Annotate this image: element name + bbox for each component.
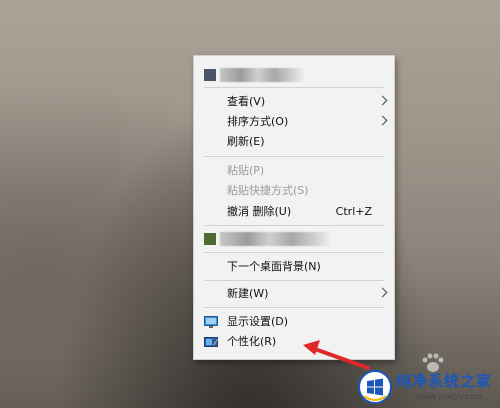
personalize-icon (204, 335, 219, 348)
menu-item-display-settings[interactable]: 显示设置(D) (194, 311, 394, 333)
menu-item-label: 新建(W) (227, 287, 269, 300)
menu-item-label: 下一个桌面背景(N) (227, 260, 321, 273)
blurred-item-label (220, 68, 304, 82)
menu-item-shortcut: Ctrl+Z (335, 205, 372, 218)
menu-divider (204, 307, 384, 308)
submenu-arrow-icon (377, 115, 388, 126)
submenu-arrow-icon (377, 95, 388, 106)
menu-item-view[interactable]: 查看(V) (194, 91, 394, 113)
menu-item-label: 个性化(R) (227, 335, 277, 348)
menu-item-sort-by[interactable]: 排序方式(O) (194, 111, 394, 133)
blurred-item-icon (204, 233, 216, 245)
menu-item-label: 粘贴快捷方式(S) (227, 184, 309, 197)
menu-item-undo-delete[interactable]: 撤消 删除(U) Ctrl+Z (194, 201, 394, 223)
menu-divider (204, 252, 384, 253)
menu-item-new[interactable]: 新建(W) (194, 283, 394, 305)
blurred-item-label (220, 232, 330, 246)
blurred-menu-item[interactable] (194, 65, 394, 85)
menu-divider (204, 280, 384, 281)
menu-item-paste[interactable]: 粘贴(P) (194, 160, 394, 182)
menu-item-label: 显示设置(D) (227, 315, 289, 328)
display-settings-icon (204, 315, 218, 328)
menu-item-label: 撤消 删除(U) (227, 205, 292, 218)
menu-item-label: 刷新(E) (227, 135, 265, 148)
menu-item-refresh[interactable]: 刷新(E) (194, 131, 394, 153)
watermark-title: 纯净系统之家 (396, 372, 493, 390)
menu-item-paste-shortcut[interactable]: 粘贴快捷方式(S) (194, 180, 394, 202)
desktop-context-menu: 查看(V) 排序方式(O) 刷新(E) 粘贴(P) 粘贴快捷方式(S) 撤消 删… (193, 55, 395, 360)
menu-item-label: 粘贴(P) (227, 164, 265, 177)
submenu-arrow-icon (377, 287, 388, 298)
blurred-menu-item[interactable] (194, 229, 394, 249)
site-watermark: 纯净系统之家 www.ycwjzy.com (350, 366, 500, 408)
menu-item-next-desktop-background[interactable]: 下一个桌面背景(N) (194, 256, 394, 278)
menu-divider (204, 156, 384, 157)
blurred-item-icon (204, 69, 216, 81)
menu-divider (204, 87, 384, 88)
watermark-url: www.ycwjzy.com (416, 392, 483, 401)
menu-divider (204, 225, 384, 226)
menu-item-label: 排序方式(O) (227, 115, 289, 128)
menu-item-label: 查看(V) (227, 95, 266, 108)
windows-logo-icon (358, 370, 392, 404)
